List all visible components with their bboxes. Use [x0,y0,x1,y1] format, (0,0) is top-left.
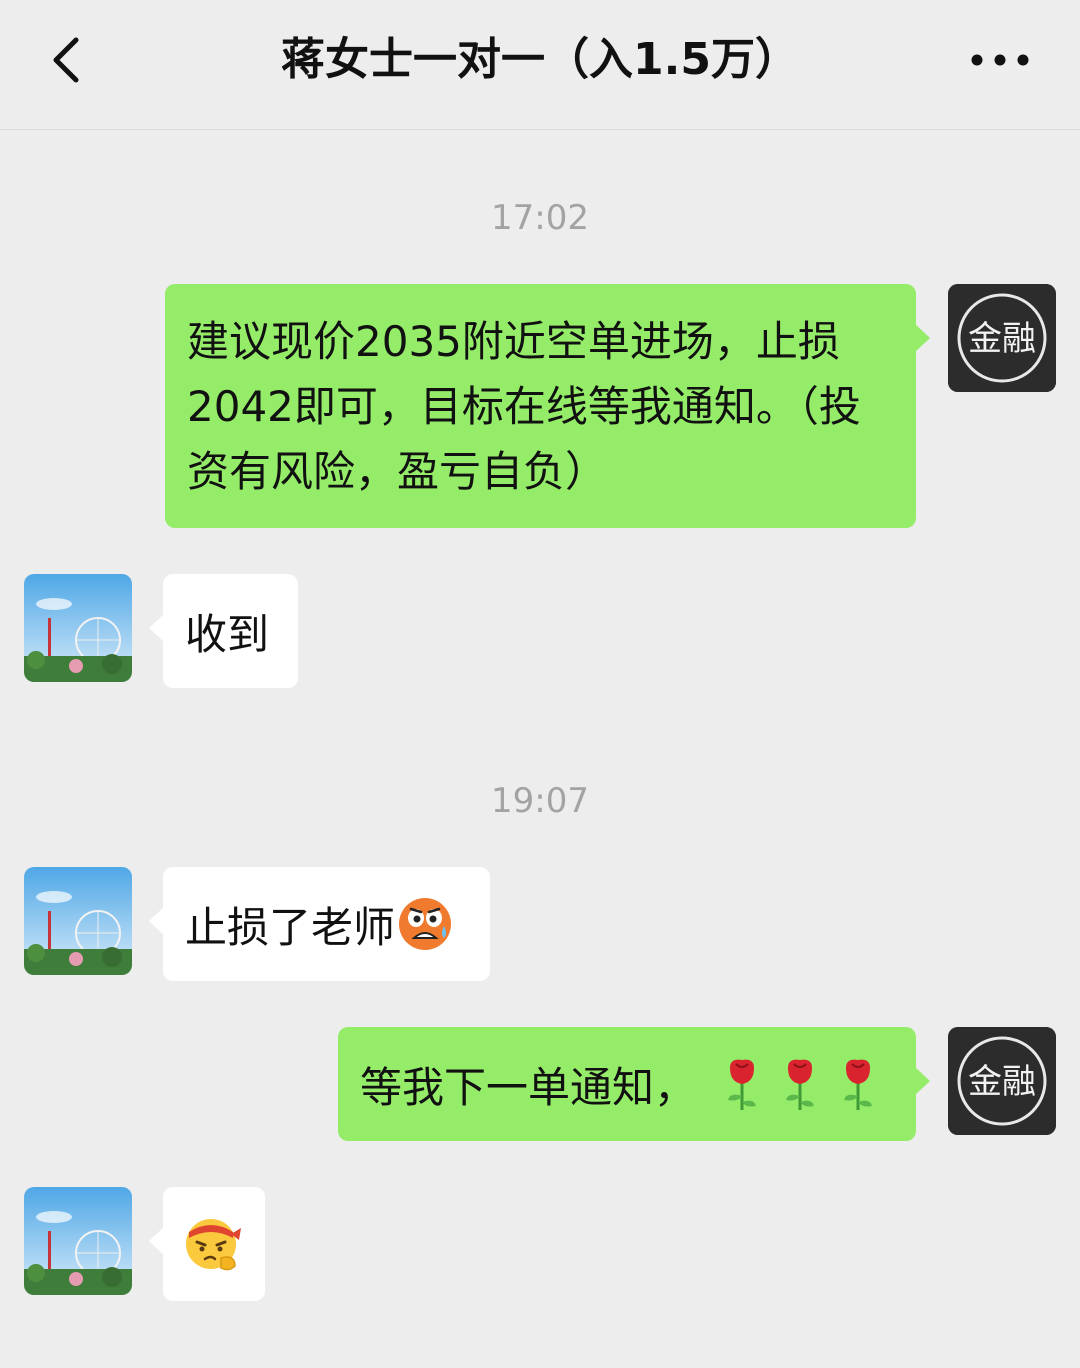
message-text: 建议现价2035附近空单进场，止损2042即可，目标在线等我通知。（投资有风险，… [187,317,861,496]
timestamp: 17:02 [491,198,589,238]
more-dots-icon [971,54,1029,66]
contact-avatar[interactable] [24,1187,132,1295]
scared-face-emoji [399,898,452,950]
outgoing-message-bubble[interactable]: 等我下一单通知， [338,1027,930,1141]
incoming-message-bubble[interactable]: 收到 [149,574,298,688]
ferris-wheel-photo-icon [24,1187,132,1295]
ferris-wheel-photo-icon [24,867,132,975]
back-button[interactable] [40,30,100,90]
incoming-message-bubble[interactable] [149,1187,265,1301]
sender-avatar[interactable]: 金融 [948,284,1056,392]
rose-icon [844,1059,873,1110]
ferris-wheel-photo-icon [24,574,132,682]
determined-face-emoji [186,1219,241,1271]
chevron-left-icon [53,37,79,83]
message-text: 等我下一单通知， [360,1062,697,1112]
rose-icon [786,1059,815,1110]
contact-avatar[interactable] [24,574,132,682]
avatar-label: 金融 [968,1062,1036,1102]
rose-icon [728,1059,757,1110]
more-button[interactable] [965,40,1035,80]
contact-avatar[interactable] [24,867,132,975]
timestamp: 19:07 [491,781,589,821]
chat-header: 蒋女士一对一（入1.5万） [0,0,1080,130]
jinrong-logo-icon: 金融 [948,284,1056,392]
incoming-message-bubble[interactable]: 止损了老师 [149,867,490,981]
chat-title: 蒋女士一对一（入1.5万） [281,34,799,85]
outgoing-message-bubble[interactable]: 建议现价2035附近空单进场，止损2042即可，目标在线等我通知。（投资有风险，… [165,284,930,528]
message-text: 止损了老师 [185,902,396,952]
message-text: 收到 [185,609,270,659]
sender-avatar[interactable]: 金融 [948,1027,1056,1135]
avatar-label: 金融 [968,319,1036,359]
jinrong-logo-icon: 金融 [948,1027,1056,1135]
